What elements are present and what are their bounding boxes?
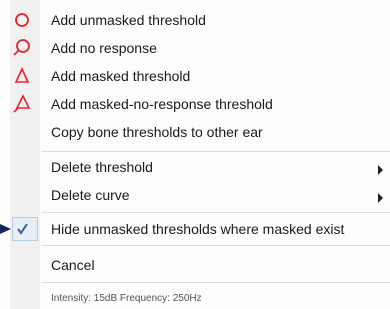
menu-item-label: Add masked threshold (51, 68, 191, 84)
menu-item-add-masked-no-response-threshold[interactable]: Add masked-no-response threshold (10, 90, 390, 118)
menu-item-delete-curve[interactable]: Delete curve (10, 181, 390, 209)
menu-separator (42, 212, 390, 213)
menu-separator (42, 282, 390, 283)
pointer-arrow-icon (0, 222, 12, 234)
menu-item-add-no-response[interactable]: Add no response (10, 34, 390, 62)
circle-icon (10, 6, 40, 34)
menu-item-label: Add masked-no-response threshold (51, 96, 273, 112)
menu-item-label: Delete threshold (51, 159, 153, 175)
menu-separator (42, 245, 390, 246)
menu-item-label: Add no response (51, 40, 157, 56)
menu-separator (42, 151, 390, 152)
menu-item-label: Copy bone thresholds to other ear (51, 124, 263, 140)
menu-item-delete-threshold[interactable]: Delete threshold (10, 153, 390, 181)
no-response-triangle-icon (10, 90, 40, 118)
submenu-arrow-icon (378, 190, 384, 203)
menu-item-copy-bone-thresholds[interactable]: Copy bone thresholds to other ear (10, 118, 390, 146)
menu-item-label: Delete curve (51, 187, 130, 203)
checkmark-icon (10, 215, 40, 243)
menu-item-hide-unmasked-thresholds[interactable]: Hide unmasked thresholds where masked ex… (10, 215, 390, 243)
menu-item-label: Add unmasked threshold (51, 12, 206, 28)
submenu-arrow-icon (378, 162, 384, 175)
context-menu: Add unmasked threshold Add no response A… (0, 0, 390, 309)
status-text: Intensity: 15dB Frequency: 250Hz (51, 293, 202, 304)
no-response-circle-icon (10, 34, 40, 62)
menu-item-add-unmasked-threshold[interactable]: Add unmasked threshold (10, 6, 390, 34)
menu-item-cancel[interactable]: Cancel (10, 251, 390, 279)
menu-item-add-masked-threshold[interactable]: Add masked threshold (10, 62, 390, 90)
triangle-icon (10, 62, 40, 90)
menu-item-label: Cancel (51, 257, 95, 273)
menu-item-label: Hide unmasked thresholds where masked ex… (51, 221, 345, 237)
